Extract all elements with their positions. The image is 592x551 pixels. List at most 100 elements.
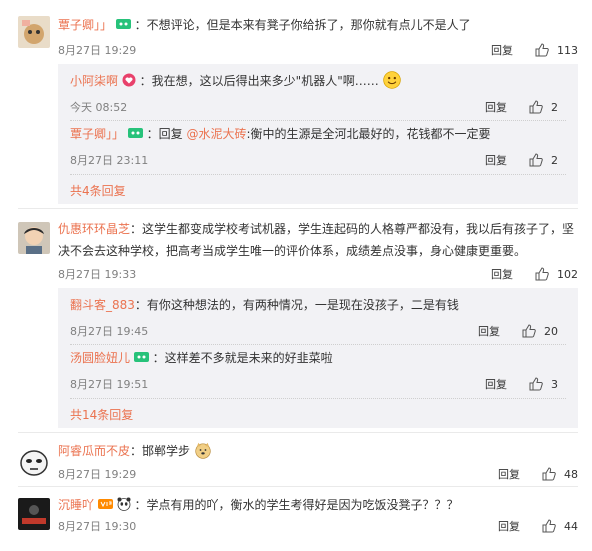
comment-text: ：这学生都变成学校考试机器，学生连起码的人格尊严都没有，我以后有孩子了，坚决不会… <box>58 222 575 258</box>
reply-time: 8月27日 23:11 <box>70 154 149 167</box>
reply-text: :衡中的生源是全河北最好的，花钱都不一定要 <box>246 127 491 141</box>
doge-emoji-icon <box>195 442 211 459</box>
reply-text-line: 翻斗客_883：有你这种想法的，有两种情况，一是现在没孩子，二是有钱 <box>70 294 590 316</box>
thumbs-up-icon <box>542 519 556 533</box>
comment-username[interactable]: 沉睡吖 <box>58 498 94 512</box>
reply-username[interactable]: 覃子卿」」 <box>70 127 124 141</box>
reply-item: 翻斗客_883：有你这种想法的，有两种情况，一是现在没孩子，二是有钱 8月27日… <box>70 292 560 342</box>
reply-item: 覃子卿」」 ：回复 @水泥大砖:衡中的生源是全河北最好的，花钱都不一定要 8月2… <box>70 122 560 172</box>
reply-divider <box>70 120 566 121</box>
reply-actions: 回复 2 <box>485 99 558 115</box>
comment-username[interactable]: 仇惠环环晶芝 <box>58 222 130 236</box>
comment-text: ：邯郸学步 <box>130 444 191 458</box>
like-count: 2 <box>551 153 558 167</box>
like-count: 3 <box>551 377 558 391</box>
comment-time: 8月27日 19:33 <box>58 268 137 281</box>
comment-actions: 回复 113 <box>491 42 578 58</box>
comment-time: 8月27日 19:29 <box>58 44 137 57</box>
like-count: 20 <box>544 324 558 338</box>
reply-time: 8月27日 19:45 <box>70 325 149 338</box>
like-button[interactable]: 2 <box>529 153 558 167</box>
reply-prefix: ：回复 <box>146 127 187 141</box>
comment-separator <box>18 432 578 433</box>
comment-text: ：不想评论，但是本来有凳子你给拆了，那你就有点儿不是人了 <box>134 18 471 32</box>
reply-button[interactable]: 回复 <box>498 466 520 482</box>
reply-text-line: 小阿柒啊 ：我在想，这以后得出来多少"机器人"啊…… <box>70 70 590 92</box>
member-badge-icon <box>133 352 149 362</box>
like-count: 48 <box>564 467 578 481</box>
heart-icon <box>122 73 136 87</box>
comment-separator <box>18 208 578 209</box>
reply-text-line: 汤圆脸妞儿 ：这样差不多就是未来的好韭菜啦 <box>70 347 590 369</box>
comment-time: 8月27日 19:30 <box>58 520 137 533</box>
reply-item: 汤圆脸妞儿 ：这样差不多就是未来的好韭菜啦 8月27日 19:51 回复 3 <box>70 346 560 396</box>
smile-emoji-icon <box>382 71 401 89</box>
avatar[interactable] <box>18 16 50 48</box>
comment-text-line: 沉睡吖 ：学点有用的吖，衡水的学生考得好是因为吃饭没凳子？？？ <box>58 494 578 516</box>
reply-username[interactable]: 小阿柒啊 <box>70 74 118 88</box>
comment-username[interactable]: 阿睿瓜而不皮 <box>58 444 130 458</box>
reply-text: ：这样差不多就是未来的好韭菜啦 <box>152 351 333 365</box>
reply-item: 小阿柒啊 ：我在想，这以后得出来多少"机器人"啊…… 今天 08:52 回复 2 <box>70 68 560 118</box>
reply-actions: 回复 3 <box>485 376 558 392</box>
reply-list: 小阿柒啊 ：我在想，这以后得出来多少"机器人"啊…… 今天 08:52 回复 2… <box>58 64 578 204</box>
comment-text: ：学点有用的吖，衡水的学生考得好是因为吃饭没凳子？？？ <box>134 498 459 512</box>
reply-button[interactable]: 回复 <box>491 42 513 58</box>
reply-button[interactable]: 回复 <box>485 376 507 392</box>
comment-actions: 回复 48 <box>498 466 578 482</box>
member-badge-icon <box>127 128 143 138</box>
more-replies-link[interactable]: 共4条回复 <box>70 182 126 199</box>
reply-divider <box>70 344 566 345</box>
reply-button[interactable]: 回复 <box>485 99 507 115</box>
comment-separator <box>18 486 578 487</box>
thumbs-up-icon <box>529 100 543 114</box>
panda-emoji-icon <box>117 497 131 511</box>
comment-username[interactable]: 覃子卿」」 <box>58 18 112 32</box>
comment-actions: 回复 102 <box>491 266 578 282</box>
like-count: 113 <box>557 43 578 57</box>
reply-button[interactable]: 回复 <box>478 323 500 339</box>
like-button[interactable]: 2 <box>529 100 558 114</box>
like-count: 102 <box>557 267 578 281</box>
avatar[interactable] <box>18 498 50 530</box>
comment-text-line: 仇惠环环晶芝：这学生都变成学校考试机器，学生连起码的人格尊严都没有，我以后有孩子… <box>58 218 580 262</box>
reply-time: 8月27日 19:51 <box>70 378 149 391</box>
reply-button[interactable]: 回复 <box>498 518 520 534</box>
reply-text: ：我在想，这以后得出来多少"机器人"啊…… <box>139 74 379 88</box>
like-count: 44 <box>564 519 578 533</box>
like-button[interactable]: 102 <box>535 267 578 281</box>
reply-divider <box>70 174 566 175</box>
member-badge-icon <box>115 19 131 29</box>
avatar[interactable] <box>18 446 50 478</box>
more-replies-link[interactable]: 共14条回复 <box>70 406 133 423</box>
reply-text: ：有你这种想法的，有两种情况，一是现在没孩子，二是有钱 <box>134 298 459 312</box>
mention-link[interactable]: @水泥大砖 <box>187 127 247 141</box>
reply-actions: 回复 2 <box>485 152 558 168</box>
reply-text-line: 覃子卿」」 ：回复 @水泥大砖:衡中的生源是全河北最好的，花钱都不一定要 <box>70 123 590 145</box>
avatar[interactable] <box>18 222 50 254</box>
vip-badge-icon <box>97 499 113 509</box>
thumbs-up-icon <box>535 43 549 57</box>
reply-time: 今天 08:52 <box>70 101 128 114</box>
like-button[interactable]: 113 <box>535 43 578 57</box>
like-button[interactable]: 3 <box>529 377 558 391</box>
comment-actions: 回复 44 <box>498 518 578 534</box>
like-button[interactable]: 48 <box>542 467 578 481</box>
reply-divider <box>70 398 566 399</box>
like-button[interactable]: 44 <box>542 519 578 533</box>
comment-time: 8月27日 19:29 <box>58 468 137 481</box>
like-button[interactable]: 20 <box>522 324 558 338</box>
reply-username[interactable]: 翻斗客_883 <box>70 298 135 312</box>
reply-button[interactable]: 回复 <box>485 152 507 168</box>
thumbs-up-icon <box>529 377 543 391</box>
reply-list: 翻斗客_883：有你这种想法的，有两种情况，一是现在没孩子，二是有钱 8月27日… <box>58 288 578 428</box>
comment-text-line: 阿睿瓜而不皮：邯郸学步 <box>58 440 578 462</box>
comment-text-line: 覃子卿」」 ：不想评论，但是本来有凳子你给拆了，那你就有点儿不是人了 <box>58 14 578 36</box>
reply-actions: 回复 20 <box>478 323 558 339</box>
like-count: 2 <box>551 100 558 114</box>
thumbs-up-icon <box>529 153 543 167</box>
reply-button[interactable]: 回复 <box>491 266 513 282</box>
reply-username[interactable]: 汤圆脸妞儿 <box>70 351 130 365</box>
thumbs-up-icon <box>542 467 556 481</box>
thumbs-up-icon <box>535 267 549 281</box>
